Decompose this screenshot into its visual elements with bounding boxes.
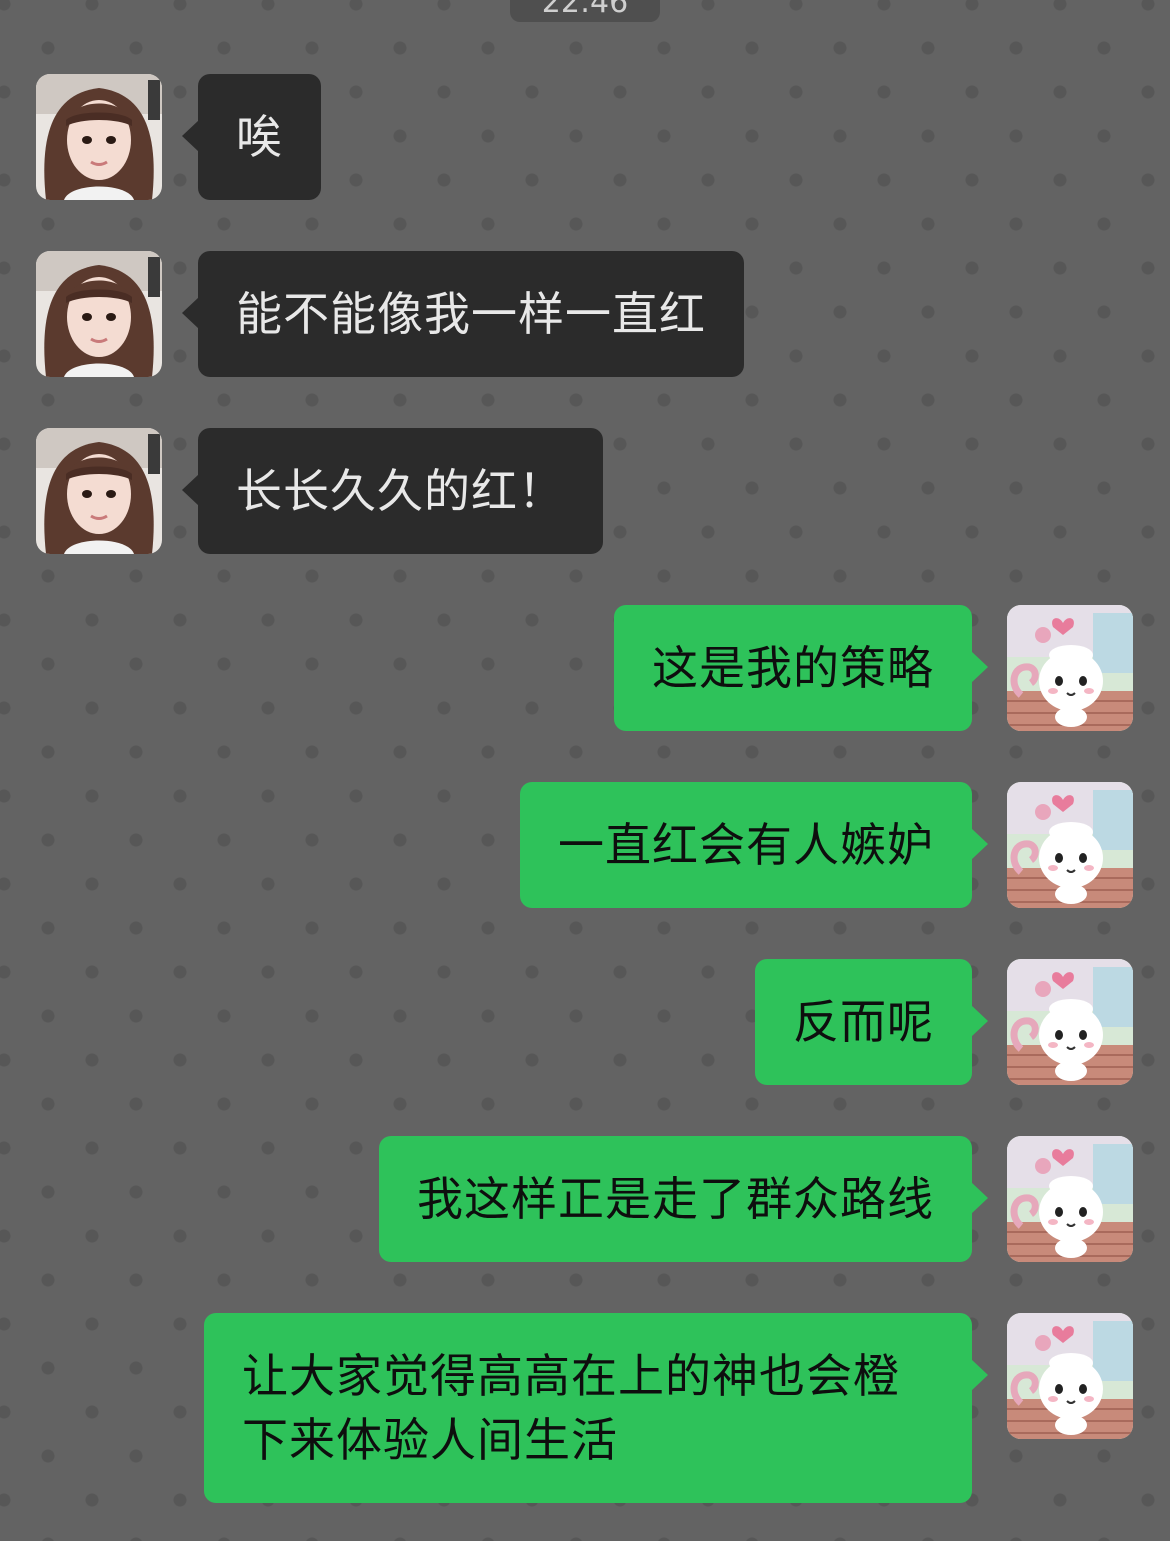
self-avatar-icon[interactable] (1007, 605, 1133, 731)
message-timestamp: 22:46 (510, 0, 660, 22)
message-text: 能不能像我一样一直红 (236, 287, 706, 341)
message-text: 长长久久的红！ (236, 464, 565, 518)
bubble-tail (182, 120, 199, 152)
message-bubble-incoming[interactable]: 唉 (182, 74, 321, 200)
bubble-tail (182, 474, 199, 506)
message-text: 一直红会有人嫉妒 (558, 818, 934, 872)
bubble-tail (971, 1182, 988, 1214)
message-bubble-incoming[interactable]: 长长久久的红！ (182, 428, 603, 554)
bubble-tail (971, 828, 988, 860)
message-bubble-outgoing[interactable]: 反而呢 (755, 959, 988, 1085)
self-avatar-icon[interactable] (1007, 959, 1133, 1085)
message-text: 反而呢 (793, 995, 934, 1049)
contact-avatar-icon[interactable] (36, 251, 162, 377)
message-bubble-outgoing[interactable]: 一直红会有人嫉妒 (520, 782, 988, 908)
contact-avatar-icon[interactable] (36, 428, 162, 554)
message-text: 唉 (236, 110, 283, 164)
self-avatar-icon[interactable] (1007, 782, 1133, 908)
contact-avatar-icon[interactable] (36, 74, 162, 200)
message-bubble-outgoing[interactable]: 我这样正是走了群众路线 (379, 1136, 988, 1262)
self-avatar-icon[interactable] (1007, 1313, 1133, 1439)
message-bubble-incoming[interactable]: 能不能像我一样一直红 (182, 251, 744, 377)
message-bubble-outgoing[interactable]: 这是我的策略 (614, 605, 988, 731)
bubble-tail (971, 1359, 988, 1391)
bubble-tail (971, 1005, 988, 1037)
message-text: 这是我的策略 (652, 641, 934, 695)
self-avatar-icon[interactable] (1007, 1136, 1133, 1262)
message-text: 我这样正是走了群众路线 (417, 1172, 934, 1226)
bubble-tail (182, 297, 199, 329)
message-bubble-outgoing[interactable]: 让大家觉得高高在上的神也会橙下来体验人间生活 (204, 1313, 988, 1503)
message-text: 让大家觉得高高在上的神也会橙下来体验人间生活 (242, 1349, 900, 1467)
bubble-tail (971, 651, 988, 683)
